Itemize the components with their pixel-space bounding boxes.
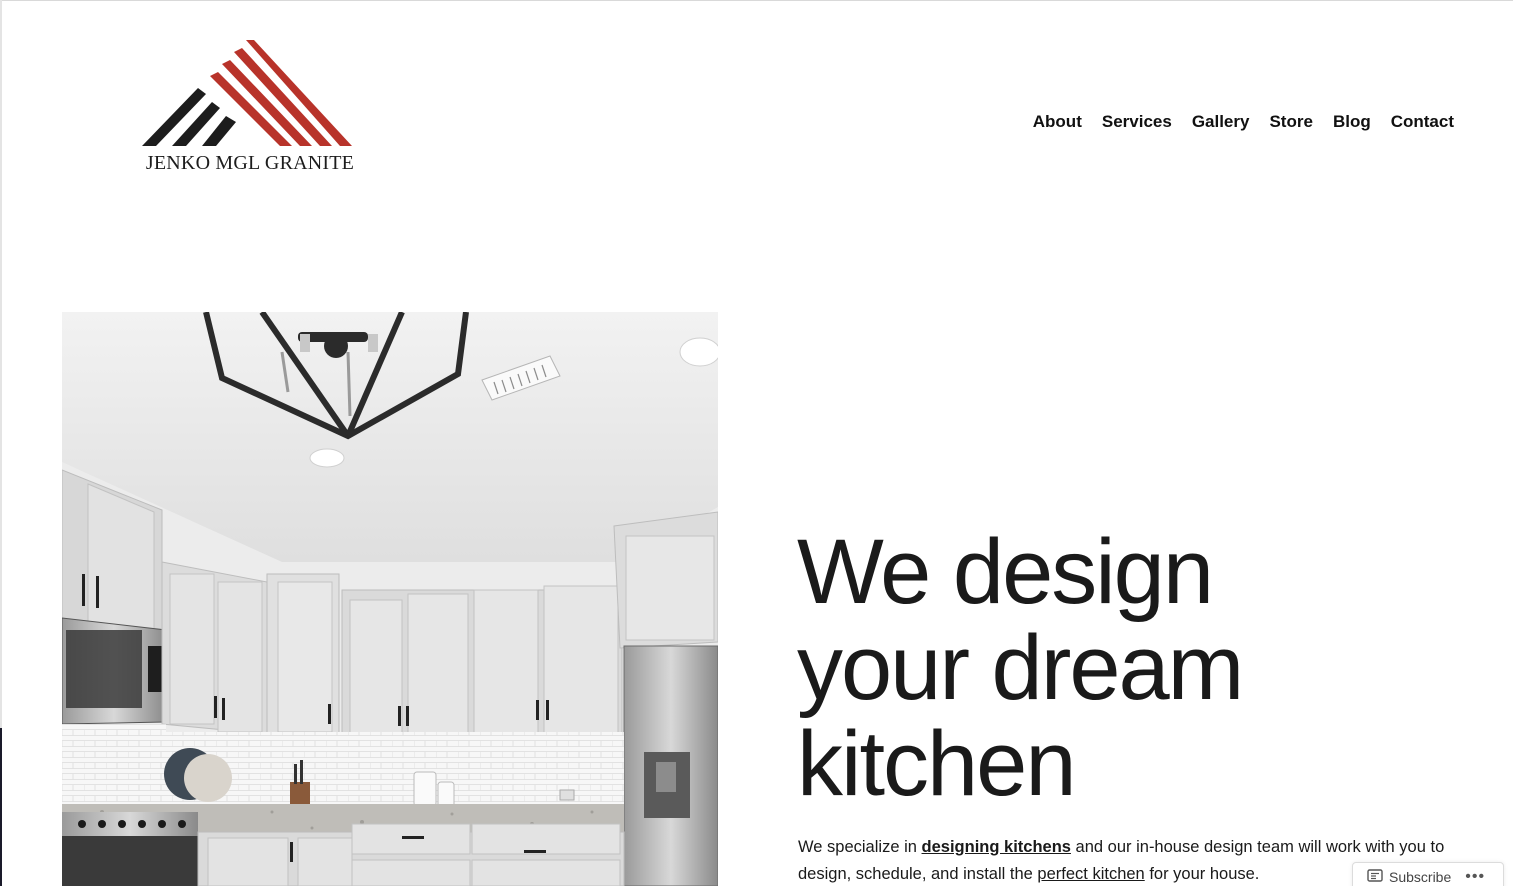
nav-item-about[interactable]: About [1033, 112, 1082, 132]
designing-kitchens-link[interactable]: designing kitchens [922, 838, 1071, 856]
site-logo[interactable]: JENKO MGL GRANITE [134, 38, 366, 183]
left-edge-dark [0, 728, 2, 886]
subscribe-button[interactable]: Subscribe [1367, 868, 1452, 886]
more-dots-icon[interactable]: ••• [1465, 869, 1485, 885]
nav-item-gallery[interactable]: Gallery [1192, 112, 1250, 132]
reader-icon [1367, 868, 1383, 886]
hero-headline-line-2: your dream [797, 617, 1244, 719]
hero-headline-line-3: kitchen [797, 713, 1077, 815]
hero-headline-line-1: We design [797, 521, 1214, 623]
main-nav: About Services Gallery Store Blog Contac… [1033, 112, 1454, 132]
nav-item-blog[interactable]: Blog [1333, 112, 1371, 132]
intro-text-1: We specialize in [798, 838, 922, 856]
top-divider [0, 0, 1513, 1]
nav-item-services[interactable]: Services [1102, 112, 1172, 132]
perfect-kitchen-link[interactable]: perfect kitchen [1037, 865, 1144, 883]
page: JENKO MGL GRANITE About Services Gallery… [0, 0, 1513, 886]
kitchen-photo [62, 312, 718, 886]
logo-text: JENKO MGL GRANITE [145, 152, 355, 174]
subscribe-bar: Subscribe ••• [1352, 862, 1504, 886]
nav-item-store[interactable]: Store [1269, 112, 1312, 132]
nav-item-contact[interactable]: Contact [1391, 112, 1454, 132]
subscribe-label: Subscribe [1389, 869, 1452, 885]
kitchen-illustration [62, 312, 718, 886]
intro-text-3: for your house. [1144, 865, 1260, 883]
logo-roof-icon [142, 40, 352, 146]
hero-headline: We design your dream kitchen [797, 524, 1457, 812]
